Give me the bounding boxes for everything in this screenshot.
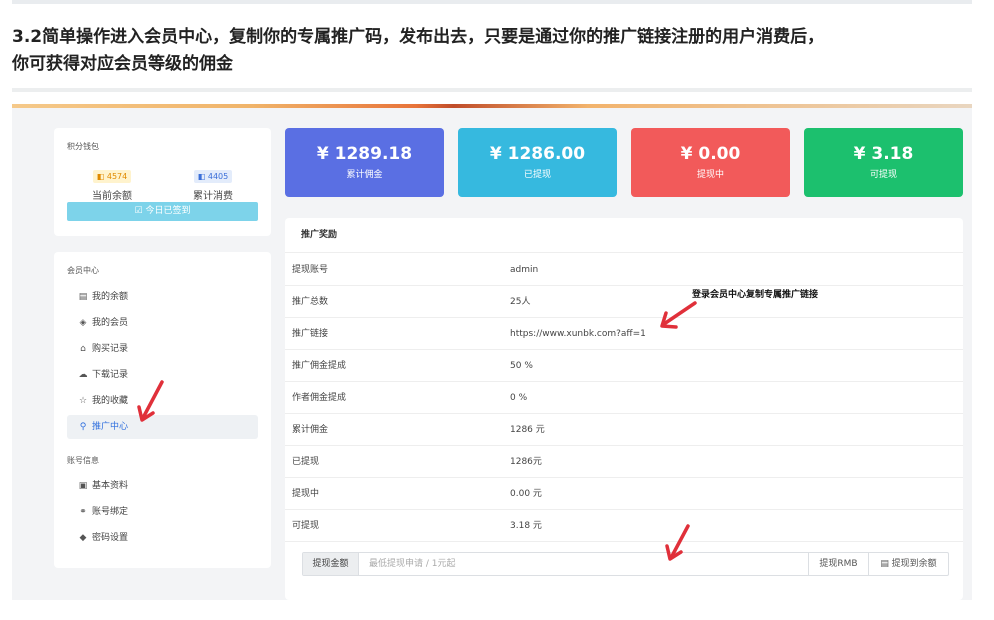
kpi-value: ¥ 1286.00 xyxy=(489,144,586,164)
hand-coin-icon: ⚲ xyxy=(79,422,87,432)
withdraw-amount-input[interactable]: 最低提现申请 / 1元起 xyxy=(369,553,455,575)
sidebar-item-profile[interactable]: ▣ 基本资料 xyxy=(67,474,258,498)
table-row: 推广链接 https://www.xunbk.com?aff=1 xyxy=(285,318,963,350)
withdraw-rmb-button[interactable]: 提现RMB xyxy=(808,553,868,575)
promotion-rewards-panel: 推广奖励 提现账号 admin 推广总数 25人 推广链接 https://www.x… xyxy=(285,218,963,600)
row-value: 25人 xyxy=(510,297,531,307)
table-row: 推广佣金提成 50 % xyxy=(285,350,963,382)
kpi-value: ¥ 3.18 xyxy=(853,144,914,164)
star-icon: ☆ xyxy=(78,396,88,406)
wallet-icon: ▤ xyxy=(78,292,88,302)
withdraw-amount-label: 提现金额 xyxy=(303,553,359,575)
basket-icon: ⌂ xyxy=(80,344,86,354)
coin-icon: ◧ xyxy=(96,172,107,181)
row-key: 已提现 xyxy=(292,457,320,467)
table-row: 累计佣金 1286 元 xyxy=(285,414,963,446)
spent-label: 累计消费 xyxy=(193,191,233,202)
heading-line-2: 你可获得对应会员等级的佣金 xyxy=(12,54,233,74)
row-key: 推广佣金提成 xyxy=(292,361,347,371)
kpi-label: 累计佣金 xyxy=(346,170,383,180)
row-value: admin xyxy=(510,265,539,275)
row-value: 1286元 xyxy=(510,457,542,467)
link-account-icon: ⚭ xyxy=(79,507,87,517)
annotation-text: 登录会员中心复制专属推广链接 xyxy=(692,290,819,300)
arrow-icon xyxy=(665,524,690,561)
table-row: 推广总数 25人 xyxy=(285,286,963,318)
sidebar-item-balance[interactable]: ▤ 我的余额 xyxy=(67,285,258,309)
shield-icon: ◆ xyxy=(79,533,87,543)
sidebar-item-membership[interactable]: ◈ 我的会员 xyxy=(67,311,258,335)
diamond-icon: ◈ xyxy=(79,318,87,328)
balance-stat: ◧ 4574 当前余额 xyxy=(67,164,157,202)
kpi-value: ¥ 1289.18 xyxy=(316,144,413,164)
row-key: 提现中 xyxy=(292,489,320,499)
spent-badge: ◧ 4405 xyxy=(193,170,233,183)
row-value: 1286 元 xyxy=(510,425,545,435)
sidebar-item-password[interactable]: ◆ 密码设置 xyxy=(67,526,258,550)
row-value: 0 % xyxy=(510,393,528,403)
arrow-icon xyxy=(137,380,164,422)
id-card-icon: ▣ xyxy=(78,481,88,491)
kpi-withdrawn: ¥ 1286.00 已提现 xyxy=(458,128,617,197)
kpi-value: ¥ 0.00 xyxy=(680,144,741,164)
member-center-title: 会员中心 xyxy=(67,266,99,275)
withdraw-input-group: 提现金额 最低提现申请 / 1元起 提现RMB ▤ 提现到余额 xyxy=(302,552,949,576)
arrow-icon xyxy=(660,301,697,329)
kpi-total-commission: ¥ 1289.18 累计佣金 xyxy=(285,128,444,197)
spent-stat: ◧ 4405 累计消费 xyxy=(168,164,258,202)
row-value: 0.00 元 xyxy=(510,489,542,499)
row-key: 作者佣金提成 xyxy=(292,393,347,403)
panel-title: 推广奖励 xyxy=(285,218,963,253)
table-row: 提现中 0.00 元 xyxy=(285,478,963,510)
row-key: 推广链接 xyxy=(292,329,329,339)
article-heading: 3.2简单操作进入会员中心，复制你的专属推广码，发布出去，只要是通过你的推广链接… xyxy=(12,24,972,78)
withdraw-to-balance-button[interactable]: ▤ 提现到余额 xyxy=(868,553,948,575)
row-value: 3.18 元 xyxy=(510,521,542,531)
kpi-withdrawing: ¥ 0.00 提现中 xyxy=(631,128,790,197)
kpi-label: 提现中 xyxy=(696,170,724,180)
promo-link[interactable]: https://www.xunbk.com?aff=1 xyxy=(510,318,646,350)
daily-sign-button[interactable]: ☑ 今日已签到 xyxy=(67,202,258,221)
points-wallet-card: 积分钱包 ◧ 4574 当前余额 ◧ 4405 累计消费 ☑ 今日已签到 xyxy=(54,128,271,236)
row-key: 可提现 xyxy=(292,521,320,531)
row-key: 累计佣金 xyxy=(292,425,329,435)
table-row: 已提现 1286元 xyxy=(285,446,963,478)
banner-strip xyxy=(12,104,972,108)
row-key: 提现账号 xyxy=(292,265,329,275)
heading-divider xyxy=(12,88,972,92)
table-row: 作者佣金提成 0 % xyxy=(285,382,963,414)
wallet-title: 积分钱包 xyxy=(67,142,99,151)
kpi-withdrawable: ¥ 3.18 可提现 xyxy=(804,128,963,197)
member-center-screenshot: 积分钱包 ◧ 4574 当前余额 ◧ 4405 累计消费 ☑ 今日已签到 会员中… xyxy=(12,104,972,600)
sidebar-item-binding[interactable]: ⚭ 账号绑定 xyxy=(67,500,258,524)
cloud-download-icon: ☁ xyxy=(78,370,88,380)
balance-badge: ◧ 4574 xyxy=(92,170,132,183)
sidebar-item-purchases[interactable]: ⌂ 购买记录 xyxy=(67,337,258,361)
table-row: 可提现 3.18 元 xyxy=(285,510,963,542)
top-divider xyxy=(12,0,972,4)
row-value: 50 % xyxy=(510,361,533,371)
coin-icon: ◧ xyxy=(197,172,208,181)
kpi-label: 可提现 xyxy=(869,170,897,180)
kpi-label: 已提现 xyxy=(523,170,551,180)
table-row: 提现账号 admin xyxy=(285,254,963,286)
account-info-title: 账号信息 xyxy=(67,456,99,465)
row-key: 推广总数 xyxy=(292,297,329,307)
balance-label: 当前余额 xyxy=(92,191,132,202)
heading-line-1: 3.2简单操作进入会员中心，复制你的专属推广码，发布出去，只要是通过你的推广链接… xyxy=(12,27,825,47)
